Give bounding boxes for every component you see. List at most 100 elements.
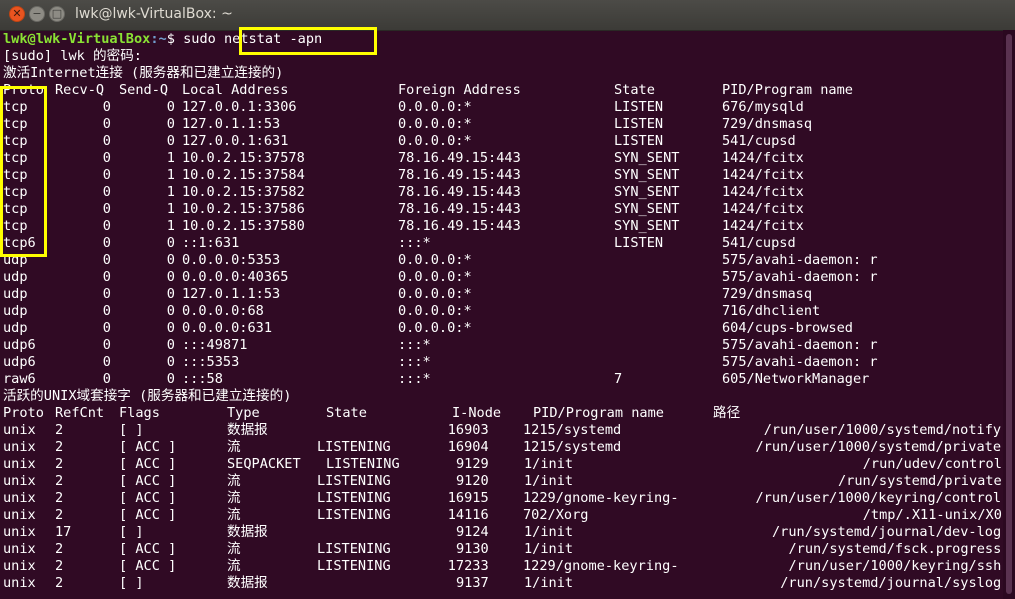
inet-cell: 0 [166, 371, 175, 387]
unix-cell: 1215/systemd [523, 422, 622, 438]
inet-cell: 575/avahi-daemon: r [722, 354, 878, 370]
inet-cell: :::58 [182, 371, 223, 387]
inet-cell: SYN_SENT [614, 218, 680, 234]
unix-col-header: PID/Program name [533, 405, 664, 421]
unix-cell: /run/user/1000/systemd/private [755, 439, 1002, 455]
inet-section-header: 激活Internet连接 (服务器和已建立连接的) [3, 65, 284, 81]
unix-cell: 数据报 [227, 575, 268, 591]
inet-cell: udp [3, 269, 28, 285]
unix-col-header: State [326, 405, 367, 421]
unix-cell: /run/systemd/private [838, 473, 1002, 489]
inet-col-header: Foreign Address [398, 82, 521, 98]
inet-cell: 0.0.0.0:631 [182, 320, 273, 336]
unix-cell: 2 [55, 575, 64, 591]
inet-cell: 541/cupsd [722, 133, 796, 149]
inet-cell: 0.0.0.0:40365 [182, 269, 289, 285]
unix-cell: /run/user/1000/keyring/ssh [788, 558, 1002, 574]
unix-cell: 流 [227, 439, 241, 455]
unix-cell: 16915 [447, 490, 489, 506]
maximize-icon[interactable]: □ [49, 6, 65, 22]
inet-cell: 0 [166, 252, 175, 268]
unix-cell: 17 [55, 524, 72, 540]
unix-cell: 14116 [447, 507, 489, 523]
command-highlight-box [239, 27, 377, 55]
inet-cell: 1 [166, 218, 175, 234]
inet-cell: :::* [398, 235, 431, 251]
unix-cell: [ ] [119, 524, 144, 540]
scrollbar-thumb[interactable] [1006, 34, 1012, 594]
unix-cell: /tmp/.X11-unix/X0 [862, 507, 1002, 523]
inet-cell: 1424/fcitx [722, 184, 804, 200]
inet-col-header: State [614, 82, 655, 98]
inet-cell: 10.0.2.15:37584 [182, 167, 305, 183]
unix-cell: 2 [55, 456, 64, 472]
inet-cell: 0 [166, 133, 175, 149]
inet-cell: 575/avahi-daemon: r [722, 269, 878, 285]
unix-cell: [ ACC ] [119, 473, 177, 489]
close-icon[interactable]: ✕ [9, 6, 25, 22]
unix-cell: [ ] [119, 575, 144, 591]
unix-cell: LISTENING [317, 507, 391, 523]
inet-cell: 127.0.1.1:53 [182, 286, 281, 302]
unix-cell: 1229/gnome-keyring- [523, 558, 679, 574]
unix-cell: 9130 [456, 541, 489, 557]
unix-section-header: 活跃的UNIX域套接字 (服务器和已建立连接的) [3, 388, 292, 404]
unix-cell: [ ACC ] [119, 558, 177, 574]
unix-cell: unix [3, 507, 36, 523]
unix-cell: unix [3, 490, 36, 506]
inet-cell: 0 [102, 218, 111, 234]
unix-cell: [ ] [119, 422, 144, 438]
minimize-icon[interactable]: − [29, 6, 45, 22]
unix-cell: unix [3, 456, 36, 472]
inet-cell: 1 [166, 150, 175, 166]
unix-cell: 流 [227, 473, 241, 489]
unix-cell: 1215/systemd [523, 439, 622, 455]
inet-cell: 541/cupsd [722, 235, 796, 251]
unix-cell: 2 [55, 558, 64, 574]
title-bar[interactable]: ✕ − □ lwk@lwk-VirtualBox: ~ [0, 0, 1015, 31]
tcp-proto-highlight-box [0, 86, 47, 257]
unix-cell: 流 [227, 541, 241, 557]
inet-cell: 0.0.0.0:* [398, 269, 472, 285]
inet-cell: 0 [102, 167, 111, 183]
unix-cell: LISTENING [317, 541, 391, 557]
unix-cell: 9129 [456, 456, 489, 472]
unix-cell: 流 [227, 490, 241, 506]
inet-cell: 0 [166, 354, 175, 370]
inet-cell: :::49871 [182, 337, 248, 353]
unix-cell: unix [3, 524, 36, 540]
unix-cell: 1/init [524, 524, 574, 540]
scrollbar[interactable] [1003, 30, 1015, 599]
inet-cell: 605/NetworkManager [722, 371, 870, 387]
unix-cell: 2 [55, 473, 64, 489]
inet-cell: 604/cups-browsed [722, 320, 853, 336]
unix-cell: /run/udev/control [862, 456, 1002, 472]
inet-cell: ::1:631 [182, 235, 240, 251]
inet-cell: LISTEN [614, 99, 664, 115]
unix-cell: 数据报 [227, 422, 268, 438]
inet-cell: 0.0.0.0:* [398, 252, 472, 268]
inet-cell: SYN_SENT [614, 167, 680, 183]
terminal-window: ✕ − □ lwk@lwk-VirtualBox: ~ lwk@lwk-Virt… [0, 0, 1015, 599]
inet-cell: 0 [102, 235, 111, 251]
inet-cell: 10.0.2.15:37578 [182, 150, 305, 166]
inet-cell: 1 [166, 201, 175, 217]
inet-cell: 729/dnsmasq [722, 286, 813, 302]
inet-cell: 1424/fcitx [722, 167, 804, 183]
inet-cell: LISTEN [614, 235, 664, 251]
terminal-output[interactable]: lwk@lwk-VirtualBox:~$ sudo netstat -apn … [0, 27, 1003, 599]
inet-cell: 0.0.0.0:* [398, 133, 472, 149]
unix-cell: unix [3, 422, 36, 438]
unix-cell: 9124 [456, 524, 489, 540]
sudo-prompt: [sudo] lwk 的密码: [3, 48, 142, 64]
inet-col-header: Local Address [182, 82, 289, 98]
unix-cell: LISTENING [326, 456, 400, 472]
inet-cell: 0 [102, 99, 111, 115]
unix-cell: 1/init [524, 473, 574, 489]
inet-cell: 0 [166, 320, 175, 336]
inet-cell: 0 [166, 303, 175, 319]
inet-cell: 0.0.0.0:* [398, 320, 472, 336]
inet-cell: 0 [102, 371, 111, 387]
inet-cell: raw6 [3, 371, 36, 387]
inet-cell: 0.0.0.0:* [398, 303, 472, 319]
